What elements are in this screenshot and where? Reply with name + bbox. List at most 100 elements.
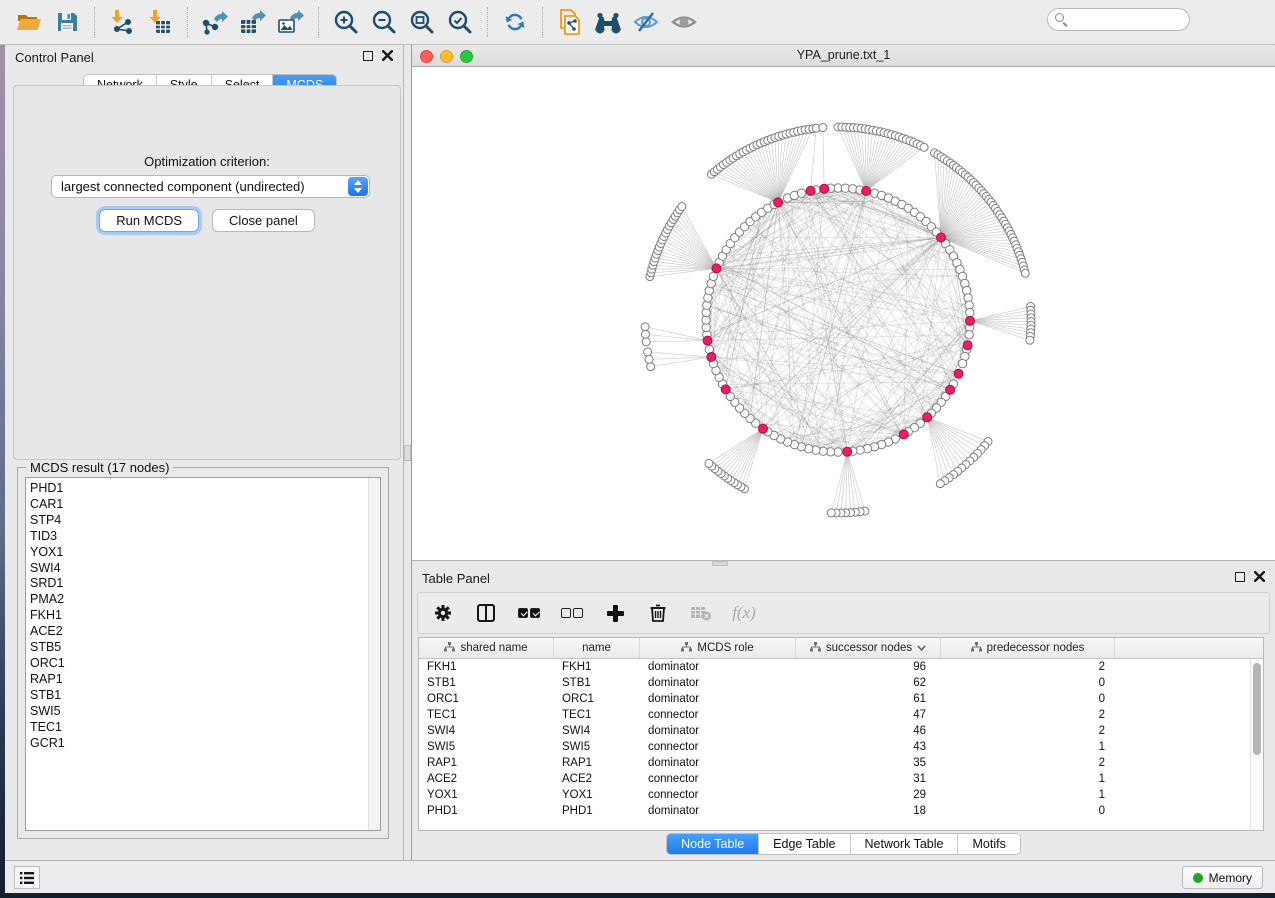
splitter-grip[interactable] [404, 445, 411, 461]
window-zoom-icon[interactable] [460, 50, 473, 63]
mcds-result-item[interactable]: ORC1 [30, 656, 380, 672]
mcds-result-item[interactable]: CAR1 [30, 497, 380, 513]
mcds-result-item[interactable]: SWI4 [30, 561, 380, 577]
cell-predecessor-nodes: 2 [941, 723, 1115, 739]
export-network-icon[interactable] [196, 3, 234, 41]
task-history-button[interactable] [14, 866, 40, 889]
save-session-icon[interactable] [48, 3, 86, 41]
mcds-result-item[interactable]: STB1 [30, 688, 380, 704]
function-fx-icon[interactable]: f(x) [731, 600, 757, 626]
column-header-shared-name[interactable]: shared name [419, 638, 554, 658]
mcds-result-item[interactable]: SRD1 [30, 576, 380, 592]
search-input[interactable] [1047, 8, 1190, 31]
tab-network-table[interactable]: Network Table [851, 834, 959, 854]
clear-selection-checkboxes-icon[interactable] [559, 600, 585, 626]
network-canvas[interactable] [412, 67, 1275, 560]
split-columns-icon[interactable] [473, 600, 499, 626]
table-scrollbar[interactable] [1250, 660, 1263, 830]
import-table-icon[interactable] [141, 3, 179, 41]
table-panel-title: Table Panel [422, 571, 490, 586]
zoom-fit-icon[interactable] [403, 3, 441, 41]
cell-name: STB1 [554, 675, 640, 691]
table-row[interactable]: SWI4SWI4dominator462 [419, 723, 1263, 739]
show-hide-eye-icon[interactable] [665, 3, 703, 41]
table-row[interactable]: FKH1FKH1dominator962 [419, 659, 1263, 675]
criterion-select[interactable]: largest connected component (undirected) [51, 175, 370, 198]
mcds-result-item[interactable]: TID3 [30, 529, 380, 545]
mcds-result-item[interactable]: PHD1 [30, 481, 380, 497]
column-header-predecessor-nodes[interactable]: predecessor nodes [941, 638, 1115, 658]
gear-icon[interactable] [430, 600, 456, 626]
cell-shared-name: YOX1 [419, 787, 554, 803]
clone-network-icon[interactable] [551, 3, 589, 41]
mcds-result-item[interactable]: FKH1 [30, 608, 380, 624]
mcds-result-item[interactable]: SWI5 [30, 704, 380, 720]
tab-motifs[interactable]: Motifs [958, 834, 1019, 854]
add-column-icon[interactable] [602, 600, 628, 626]
refresh-layout-icon[interactable] [496, 3, 534, 41]
table-row[interactable]: YOX1YOX1connector291 [419, 787, 1263, 803]
open-file-icon[interactable] [10, 3, 48, 41]
tab-edge-table[interactable]: Edge Table [759, 834, 850, 854]
mcds-result-item[interactable]: TEC1 [30, 720, 380, 736]
float-panel-icon[interactable] [1235, 572, 1245, 582]
select-all-checkboxes-icon[interactable] [516, 600, 542, 626]
close-panel-button[interactable]: Close panel [212, 209, 315, 232]
table-row[interactable]: RAP1RAP1dominator352 [419, 755, 1263, 771]
window-minimize-icon[interactable] [440, 50, 453, 63]
find-binoculars-icon[interactable] [589, 3, 627, 41]
cell-name: SWI4 [554, 723, 640, 739]
cell-successor-nodes: 35 [796, 755, 941, 771]
table-scrollbar-thumb[interactable] [1253, 663, 1261, 755]
memory-button[interactable]: Memory [1182, 866, 1263, 889]
network-graph[interactable] [412, 67, 1275, 560]
column-header-successor-nodes[interactable]: successor nodes [796, 638, 941, 658]
trash-icon[interactable] [645, 600, 671, 626]
mcds-result-item[interactable]: STP4 [30, 513, 380, 529]
cell-successor-nodes: 31 [796, 771, 941, 787]
mcds-result-item[interactable]: ACE2 [30, 624, 380, 640]
table-row[interactable]: ACE2ACE2connector311 [419, 771, 1263, 787]
cell-name: FKH1 [554, 659, 640, 675]
cell-successor-nodes: 62 [796, 675, 941, 691]
vizmapper-eye-icon[interactable] [627, 3, 665, 41]
table-row[interactable]: SWI5SWI5connector431 [419, 739, 1263, 755]
delete-table-icon[interactable] [688, 600, 714, 626]
table-row[interactable]: TEC1TEC1connector472 [419, 707, 1263, 723]
table-tab-bar: Node TableEdge TableNetwork TableMotifs [412, 833, 1275, 855]
mcds-result-list[interactable]: PHD1CAR1STP4TID3YOX1SWI4SRD1PMA2FKH1ACE2… [25, 477, 381, 831]
table-row[interactable]: PHD1PHD1dominator180 [419, 803, 1263, 819]
mcds-result-item[interactable]: STB5 [30, 640, 380, 656]
cell-successor-nodes: 46 [796, 723, 941, 739]
export-image-icon[interactable] [272, 3, 310, 41]
tab-node-table[interactable]: Node Table [667, 834, 759, 854]
node-table[interactable]: shared namename MCDS role successor nodesp… [418, 637, 1264, 831]
zoom-selected-icon[interactable] [441, 3, 479, 41]
select-stepper-icon [348, 177, 368, 196]
column-header-name[interactable]: name [554, 638, 640, 658]
network-window-titlebar: YPA_prune.txt_1 [412, 45, 1275, 67]
table-row[interactable]: STB1STB1dominator620 [419, 675, 1263, 691]
window-close-icon[interactable] [420, 50, 433, 63]
mcds-list-scrollbar[interactable] [368, 478, 380, 830]
vertical-splitter[interactable] [404, 45, 412, 860]
cell-predecessor-nodes: 0 [941, 675, 1115, 691]
float-panel-icon[interactable] [363, 51, 373, 61]
close-panel-icon[interactable] [382, 50, 393, 61]
cell-name: RAP1 [554, 755, 640, 771]
cell-successor-nodes: 61 [796, 691, 941, 707]
mcds-result-item[interactable]: PMA2 [30, 592, 380, 608]
column-header-MCDS-role[interactable]: MCDS role [640, 638, 796, 658]
zoom-in-icon[interactable] [327, 3, 365, 41]
export-table-icon[interactable] [234, 3, 272, 41]
mcds-result-item[interactable]: RAP1 [30, 672, 380, 688]
sort-desc-icon [917, 642, 926, 654]
import-network-icon[interactable] [103, 3, 141, 41]
table-row[interactable]: ORC1ORC1dominator610 [419, 691, 1263, 707]
close-panel-icon[interactable] [1254, 571, 1265, 582]
mcds-result-item[interactable]: YOX1 [30, 545, 380, 561]
zoom-out-icon[interactable] [365, 3, 403, 41]
column-label: MCDS role [697, 642, 753, 654]
mcds-result-item[interactable]: GCR1 [30, 736, 380, 752]
run-mcds-button[interactable]: Run MCDS [99, 209, 199, 232]
